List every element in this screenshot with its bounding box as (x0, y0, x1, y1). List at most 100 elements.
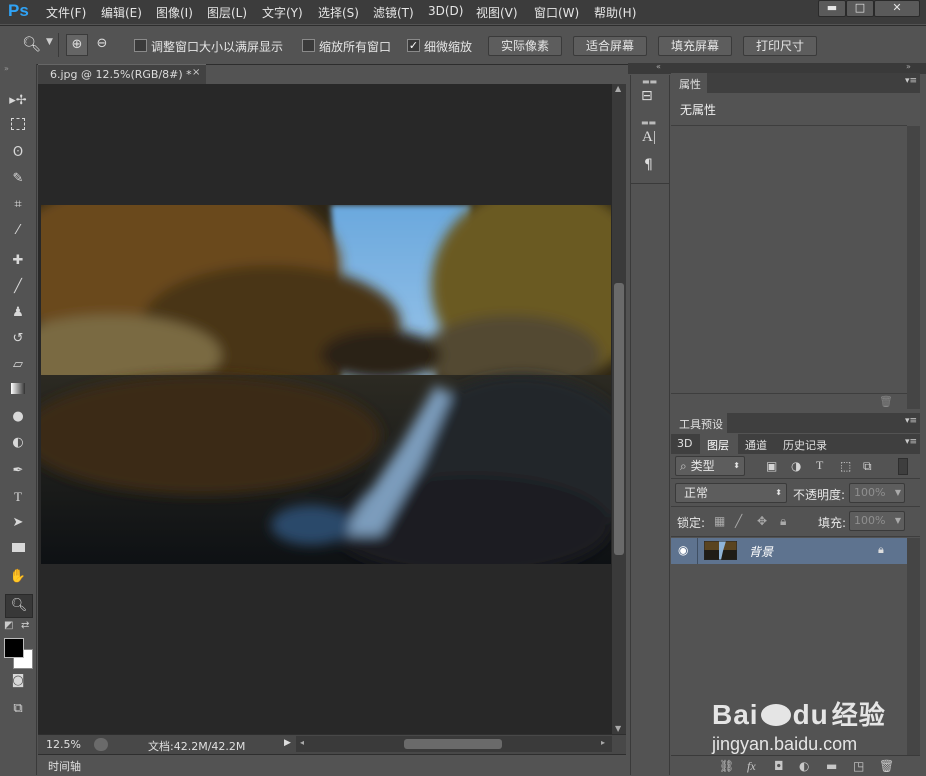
menu-type[interactable]: 文字(Y) (262, 4, 303, 21)
panel-menu-icon[interactable]: ▾≡ (905, 416, 917, 426)
filter-type-icon[interactable]: T (816, 458, 823, 473)
default-colors-icon[interactable]: ◩ (4, 620, 13, 631)
vertical-scroll-thumb[interactable] (614, 283, 624, 555)
pen-icon[interactable]: ✒ (8, 462, 28, 480)
dock-collapse-bar[interactable]: « (628, 62, 670, 74)
zoom-all-windows-checkbox[interactable] (302, 39, 315, 52)
eraser-icon[interactable]: ▱ (8, 356, 28, 374)
collapse-icon[interactable]: « (656, 62, 661, 71)
character-icon[interactable]: A| (642, 129, 656, 146)
panel-menu-icon[interactable]: ▾≡ (905, 76, 917, 86)
new-layer-icon[interactable]: ◳ (853, 759, 864, 773)
scroll-left-icon[interactable]: ◂ (300, 738, 304, 747)
path-select-icon[interactable]: ➤ (8, 514, 28, 532)
opacity-input[interactable]: 100% ▼ (849, 483, 905, 503)
adjustment-layer-icon[interactable]: ◐ (799, 759, 809, 773)
restore-button[interactable]: □ (846, 0, 874, 17)
minimize-button[interactable]: ▬ (818, 0, 846, 17)
menu-view[interactable]: 视图(V) (476, 4, 518, 21)
scrubby-zoom-checkbox[interactable]: ✓ (407, 39, 420, 52)
lock-position-icon[interactable]: ✥ (757, 514, 767, 528)
blur-icon[interactable]: ● (8, 408, 28, 426)
zoom-level[interactable]: 12.5% (46, 738, 81, 751)
gradient-icon[interactable] (8, 382, 28, 400)
panel-menu-icon[interactable]: ▾≡ (905, 437, 917, 447)
scroll-right-icon[interactable]: ▸ (601, 738, 605, 747)
properties-scrollbar[interactable] (907, 126, 920, 409)
quick-mask-icon[interactable]: ◙ (8, 672, 28, 690)
fit-screen-button[interactable]: 适合屏幕 (573, 36, 647, 56)
fill-screen-button[interactable]: 填充屏幕 (658, 36, 732, 56)
layer-name[interactable]: 背景 (749, 543, 773, 560)
layer-filter-select[interactable]: ⌕ 类型 ⬍ (675, 456, 745, 476)
filter-smart-object-icon[interactable]: ⧉ (863, 459, 872, 474)
layer-thumbnail[interactable] (704, 541, 737, 560)
fill-input[interactable]: 100% ▼ (849, 511, 905, 531)
resize-windows-checkbox[interactable] (134, 39, 147, 52)
document-tab[interactable]: 6.jpg @ 12.5%(RGB/8#) * × (38, 64, 206, 85)
timeline-bar[interactable]: 时间轴 (38, 754, 626, 776)
dodge-icon[interactable]: ◐ (8, 434, 28, 452)
screen-mode-icon[interactable]: ⧉ (8, 700, 28, 718)
layers-scrollbar[interactable] (907, 538, 920, 755)
hand-icon[interactable]: ✋ (8, 568, 28, 586)
foreground-color-swatch[interactable] (4, 638, 24, 658)
marquee-icon[interactable] (8, 118, 28, 136)
status-info-icon[interactable] (94, 738, 108, 751)
menu-filter[interactable]: 滤镜(T) (373, 4, 414, 21)
add-mask-icon[interactable]: ◘ (774, 759, 784, 773)
collapse-icon[interactable]: » (906, 62, 911, 71)
new-group-icon[interactable]: ▬ (826, 759, 837, 773)
stamp-icon[interactable]: ♟ (8, 304, 28, 322)
paragraph-icon[interactable]: ¶ (644, 157, 653, 173)
tab-layers[interactable]: 图层 (707, 437, 729, 453)
layer-row[interactable]: ◉ 背景 🔒︎ (671, 538, 907, 564)
menu-file[interactable]: 文件(F) (46, 4, 86, 21)
filter-adjustment-icon[interactable]: ◑ (791, 459, 801, 473)
tab-3d[interactable]: 3D (677, 437, 692, 450)
lock-all-icon[interactable]: 🔒︎ (780, 514, 786, 529)
menu-layer[interactable]: 图层(L) (207, 4, 247, 21)
menu-image[interactable]: 图像(I) (156, 4, 193, 21)
eyedropper-icon[interactable]: ⁄ (8, 222, 28, 240)
type-icon[interactable]: T (8, 488, 28, 506)
rectangle-icon[interactable] (8, 540, 28, 558)
filter-shape-icon[interactable]: ⬚ (840, 459, 851, 473)
menu-edit[interactable]: 编辑(E) (101, 4, 142, 21)
print-size-button[interactable]: 打印尺寸 (743, 36, 817, 56)
crop-icon[interactable]: ⌗ (8, 196, 28, 214)
horizontal-scroll-thumb[interactable] (404, 739, 502, 749)
lock-transparent-icon[interactable]: ▦ (714, 514, 725, 528)
tab-channels[interactable]: 通道 (745, 437, 767, 453)
delete-layer-icon[interactable]: 🗑︎ (879, 759, 894, 773)
status-menu-arrow-icon[interactable]: ▶ (284, 738, 291, 748)
healing-icon[interactable]: ✚ (8, 252, 28, 270)
close-button[interactable]: ✕ (874, 0, 920, 17)
menu-3d[interactable]: 3D(D) (428, 4, 463, 18)
zoom-icon[interactable]: 🔍︎ (5, 594, 33, 618)
close-tab-icon[interactable]: × (192, 67, 200, 78)
history-brush-icon[interactable]: ↺ (8, 330, 28, 348)
menu-select[interactable]: 选择(S) (318, 4, 359, 21)
clone-source-icon[interactable]: ⊟ (641, 88, 653, 104)
zoom-out-icon[interactable]: ⊖ (92, 34, 112, 54)
tab-history[interactable]: 历史记录 (783, 437, 827, 453)
menu-help[interactable]: 帮助(H) (594, 4, 636, 21)
brush-icon[interactable]: ╱ (8, 278, 28, 296)
lasso-icon[interactable]: ʘ (8, 144, 28, 162)
visibility-eye-icon[interactable]: ◉ (678, 543, 688, 557)
trash-icon[interactable]: 🗑︎ (879, 395, 893, 408)
lock-pixels-icon[interactable]: ╱ (735, 514, 742, 528)
blend-mode-select[interactable]: 正常 ⬍ (675, 483, 787, 503)
tool-preset-chevron-down-icon[interactable]: ▼ (46, 37, 53, 47)
zoom-tool-icon[interactable]: 🔍︎ (22, 35, 41, 53)
swap-colors-icon[interactable]: ⇄ (21, 620, 29, 631)
scroll-up-icon[interactable]: ▲ (615, 84, 621, 93)
filter-toggle[interactable] (898, 458, 908, 475)
link-layers-icon[interactable]: ⛓ (719, 759, 734, 773)
scroll-down-icon[interactable]: ▼ (615, 724, 621, 733)
actual-pixels-button[interactable]: 实际像素 (488, 36, 562, 56)
quick-select-icon[interactable]: ✎ (8, 170, 28, 188)
zoom-in-icon[interactable]: ⊕ (66, 34, 88, 56)
tab-properties[interactable]: 属性 (671, 73, 707, 93)
